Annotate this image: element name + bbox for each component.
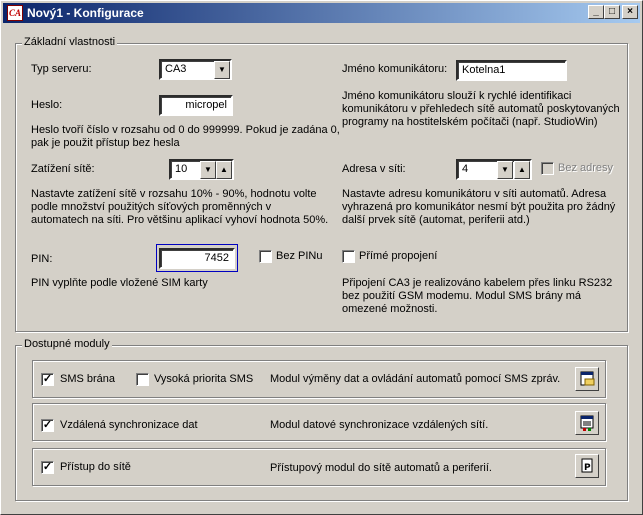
no-pin-label: Bez PINu <box>276 250 323 262</box>
pin-field[interactable]: 7452 <box>159 248 235 269</box>
communicator-name-description: Jméno komunikátoru slouží k rychlé ident… <box>342 90 620 128</box>
network-access-description: Přístupový modul do sítě automatů a peri… <box>270 462 492 474</box>
high-priority-sms-label: Vysoká priorita SMS <box>154 373 254 385</box>
direct-connection-description: Připojení CA3 je realizováno kabelem pře… <box>342 277 613 315</box>
app-icon[interactable]: CA <box>7 5 23 21</box>
communicator-name-field[interactable]: Kotelna1 <box>456 60 567 81</box>
no-address-label: Bez adresy <box>558 162 614 174</box>
network-load-label: Zatížení sítě: <box>31 163 95 175</box>
network-access-checkbox[interactable]: ✓ <box>41 461 54 474</box>
chevron-up-icon[interactable]: ▲ <box>216 161 232 179</box>
pin-description: PIN vyplňte podle vložené SIM karty <box>31 277 208 289</box>
data-sync-checkbox[interactable]: ✓ <box>41 419 54 432</box>
communicator-name-label: Jméno komunikátoru: <box>342 63 448 75</box>
sms-gateway-description: Modul výměny dat a ovládání automatů pom… <box>270 373 561 385</box>
close-button[interactable]: × <box>622 5 638 19</box>
basic-group-title: Základní vlastnosti <box>22 36 118 48</box>
no-address-checkbox[interactable] <box>541 162 554 175</box>
pin-label: PIN: <box>31 253 53 265</box>
chevron-down-icon[interactable]: ▼ <box>214 61 230 79</box>
chevron-down-icon[interactable]: ▼ <box>200 161 216 179</box>
data-sync-description: Modul datové synchronizace vzdálených sí… <box>270 419 489 431</box>
network-load-description: Nastavte zatížení sítě v rozsahu 10% - 9… <box>31 188 329 226</box>
server-type-value: CA3 <box>165 63 187 75</box>
data-sync-label: Vzdálená synchronizace dat <box>60 419 198 431</box>
password-label: Heslo: <box>31 99 63 111</box>
sync-settings-icon[interactable] <box>575 411 599 435</box>
svg-text:P: P <box>584 463 591 473</box>
sms-settings-icon[interactable] <box>575 367 599 391</box>
no-pin-checkbox[interactable] <box>259 250 272 263</box>
chevron-down-icon[interactable]: ▼ <box>497 161 513 179</box>
direct-connection-checkbox[interactable] <box>342 250 355 263</box>
direct-connection-label: Přímé propojení <box>359 250 438 262</box>
network-access-label: Přístup do sítě <box>60 461 131 473</box>
sms-gateway-label: SMS brána <box>60 373 116 385</box>
modules-group-title: Dostupné moduly <box>22 338 112 350</box>
sms-gateway-checkbox[interactable]: ✓ <box>41 373 54 386</box>
minimize-button[interactable]: _ <box>588 5 604 19</box>
password-field[interactable]: micropel <box>159 95 233 116</box>
network-access-icon[interactable]: P <box>575 454 599 478</box>
high-priority-sms-checkbox[interactable] <box>136 373 149 386</box>
server-type-label: Typ serveru: <box>31 63 92 75</box>
config-window: CA Nový1 - Konfigurace _ □ × Základní vl… <box>0 0 643 515</box>
title-bar[interactable]: CA Nový1 - Konfigurace _ □ × <box>3 3 640 23</box>
chevron-up-icon[interactable]: ▲ <box>514 161 530 179</box>
window-title: Nový1 - Konfigurace <box>27 6 144 20</box>
network-address-label: Adresa v síti: <box>342 163 406 175</box>
password-description: Heslo tvoří číslo v rozsahu od 0 do 9999… <box>31 124 340 149</box>
network-address-description: Nastavte adresu komunikátoru v síti auto… <box>342 188 616 226</box>
maximize-button[interactable]: □ <box>604 5 620 19</box>
